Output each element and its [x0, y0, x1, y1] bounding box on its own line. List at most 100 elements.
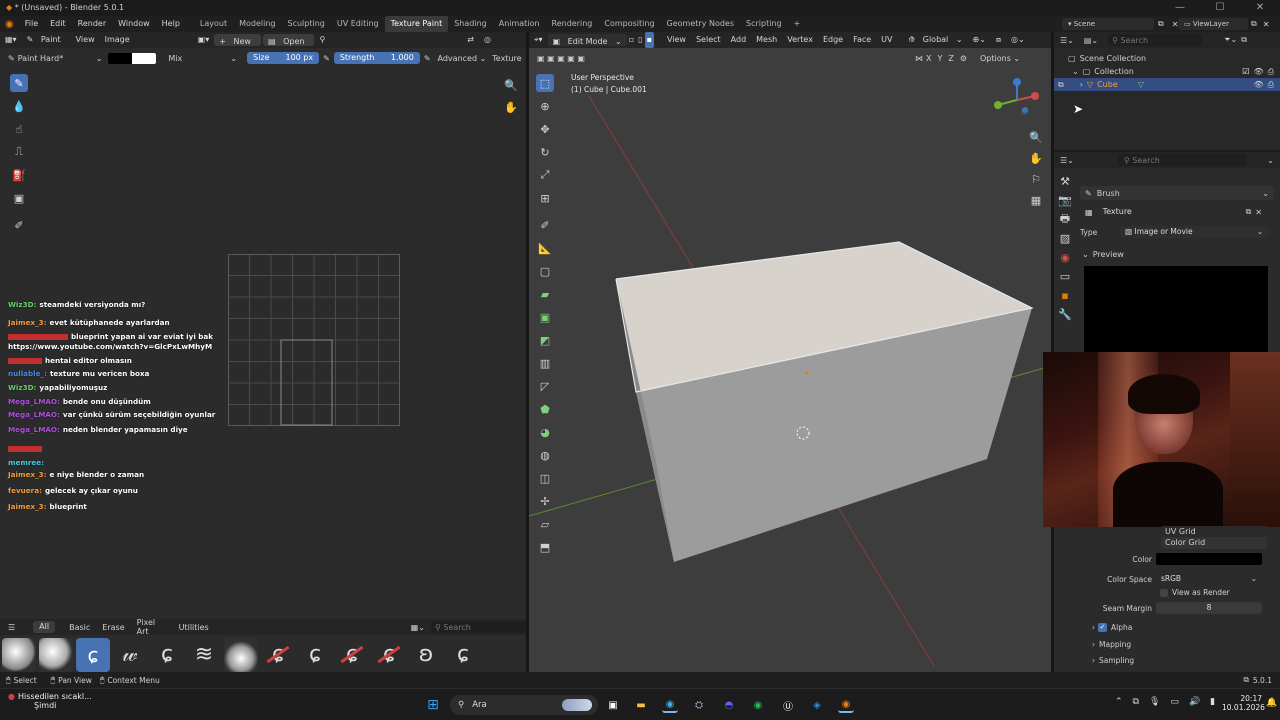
menu-render[interactable]: Render: [72, 16, 112, 32]
blend-mode-select[interactable]: Mix: [168, 54, 230, 63]
menu-window[interactable]: Window: [112, 16, 156, 32]
advanced-menu[interactable]: Advanced ⌄: [435, 54, 490, 63]
outliner[interactable]: [1054, 32, 1280, 150]
camera-view-icon[interactable]: ⚐: [1027, 170, 1045, 188]
properties-search-input[interactable]: ⚲ Search: [1117, 154, 1246, 166]
navigation-gizmo[interactable]: [990, 76, 1040, 122]
mirror-y[interactable]: Y: [934, 54, 945, 63]
fill-tool-icon[interactable]: ⛽: [10, 166, 28, 184]
unreal-engine-icon[interactable]: Ⓤ: [780, 697, 796, 713]
viewlayer-remove-icon[interactable]: ✕: [1260, 20, 1273, 29]
app-icon[interactable]: ◈: [809, 697, 825, 713]
view-layer-tab-icon[interactable]: ▨: [1056, 229, 1074, 247]
preview-panel-header[interactable]: ⌄ Preview: [1082, 248, 1272, 261]
shelf-tab-all[interactable]: All: [33, 621, 56, 633]
viewlayer-new-icon[interactable]: ⧉: [1248, 19, 1260, 29]
sampling-panel-header[interactable]: › Sampling: [1092, 656, 1134, 665]
pin-icon[interactable]: ⚲: [314, 32, 330, 48]
task-view-icon[interactable]: ▣: [605, 697, 621, 713]
image-menu[interactable]: Image: [100, 32, 135, 48]
smear-tool-icon[interactable]: ☝: [10, 120, 28, 138]
modifier-tab-icon[interactable]: 🔧: [1056, 305, 1074, 323]
viewlayer-field[interactable]: ▭ ViewLayer: [1178, 18, 1248, 30]
brush-thumb[interactable]: ɕ: [150, 638, 184, 672]
color-secondary-swatch[interactable]: [132, 52, 157, 64]
taskbar-search[interactable]: ⚲ Ara: [450, 695, 598, 715]
transform-orientation[interactable]: ⟰ Global ⌄: [904, 32, 968, 48]
brush-thumb[interactable]: [39, 638, 73, 672]
mode-selector[interactable]: ▣ Edit Mode ⌄: [547, 34, 627, 46]
strength-pressure-icon[interactable]: ✎: [420, 54, 435, 63]
select-box-mode-icons[interactable]: ▣ ▣ ▣ ▣ ▣: [529, 54, 593, 63]
brush-thumb-selected[interactable]: ɕ: [76, 638, 110, 672]
vp-menu-add[interactable]: Add: [726, 32, 752, 48]
soften-tool-icon[interactable]: 💧: [10, 97, 28, 115]
shelf-tab-pixel-art[interactable]: Pixel Art: [131, 618, 173, 636]
new-collection-icon[interactable]: ⧉: [1237, 35, 1251, 45]
discord-icon[interactable]: ◓: [721, 697, 737, 713]
scene-selector[interactable]: ▾ Scene ⧉ ✕: [1062, 18, 1182, 30]
texture-duplicate-icon[interactable]: ⧉: [1246, 207, 1252, 217]
option-uv-grid[interactable]: UV Grid: [1161, 526, 1267, 537]
proportional-edit-icon[interactable]: ◎⌄: [1006, 32, 1030, 48]
brush-thumb[interactable]: ɕ: [298, 638, 332, 672]
vp-menu-uv[interactable]: UV: [876, 32, 897, 48]
strength-field[interactable]: Strength 1.000: [333, 52, 420, 64]
volume-icon[interactable]: 🔊: [1184, 697, 1205, 707]
texture-type-select[interactable]: ▧ Image or Movie ⌄: [1120, 226, 1268, 238]
mask-tool-icon[interactable]: ▣: [10, 189, 28, 207]
world-tab-icon[interactable]: ▭: [1056, 267, 1074, 285]
perspective-toggle-icon[interactable]: ▦: [1027, 191, 1045, 209]
new-image-button[interactable]: + New: [214, 34, 261, 46]
expand-icon[interactable]: ⌄: [1072, 67, 1079, 76]
brush-thumb[interactable]: ɕ: [335, 638, 369, 672]
minimize-icon[interactable]: —: [1160, 0, 1200, 16]
brush-thumb[interactable]: [2, 638, 36, 672]
tab-geometry-nodes[interactable]: Geometry Nodes: [661, 16, 740, 32]
tab-rendering[interactable]: Rendering: [546, 16, 599, 32]
shelf-tab-utilities[interactable]: Utilities: [173, 623, 215, 632]
tray-app-icon[interactable]: ⧉: [1128, 697, 1144, 707]
tab-texture-paint[interactable]: Texture Paint: [384, 16, 449, 32]
expand-icon[interactable]: ›: [1080, 80, 1083, 89]
tab-layout[interactable]: Layout: [194, 16, 233, 32]
alpha-panel-header[interactable]: › ✓ Alpha: [1092, 623, 1132, 632]
exclude-checkbox[interactable]: ☑: [1242, 67, 1249, 76]
network-icon[interactable]: ▭: [1165, 697, 1184, 707]
view-as-render-checkbox[interactable]: [1160, 588, 1168, 597]
blender-menu-icon[interactable]: ◉: [0, 19, 19, 30]
pan-hand-icon[interactable]: ✋: [1027, 149, 1045, 167]
shelf-tab-erase[interactable]: Erase: [96, 623, 130, 632]
maximize-icon[interactable]: ☐: [1200, 0, 1240, 16]
viewlayer-selector[interactable]: ▭ ViewLayer ⧉ ✕: [1178, 18, 1272, 30]
tab-uv-editing[interactable]: UV Editing: [331, 16, 385, 32]
filter-icon[interactable]: ⏷⌄: [1224, 35, 1237, 45]
outliner-item-scene-collection[interactable]: ▢ Scene Collection: [1054, 52, 1280, 65]
outliner-type-icon[interactable]: ☰⌄: [1054, 36, 1080, 45]
object-restrict-icon[interactable]: ⧉: [1058, 80, 1064, 90]
mirror-options-icon[interactable]: ⋈: [915, 54, 923, 63]
image-browse-icon[interactable]: ▣▾: [193, 32, 215, 48]
zoom-icon[interactable]: 🔍: [1027, 128, 1045, 146]
notification-bell-icon[interactable]: 🔔: [1266, 698, 1277, 708]
texture-name-field[interactable]: Texture: [1097, 206, 1242, 218]
gizmo-toggle-icon[interactable]: ⇄: [462, 32, 479, 48]
windows-start-icon[interactable]: ⊞: [425, 697, 441, 713]
open-image-button[interactable]: ▤ Open: [262, 34, 315, 46]
shelf-view-icon[interactable]: ▦⌄: [411, 623, 425, 632]
tray-overflow-icon[interactable]: ⌃: [1110, 697, 1128, 707]
outliner-item-cube[interactable]: ⧉ › ▽ Cube ▽ 👁 ⎙: [1054, 78, 1280, 91]
blender-taskbar-icon[interactable]: ◉: [838, 697, 854, 713]
snap-icon[interactable]: ⧈: [991, 32, 1006, 48]
tab-compositing[interactable]: Compositing: [598, 16, 660, 32]
tab-animation[interactable]: Animation: [493, 16, 546, 32]
brush-panel-header[interactable]: ✎ Brush ⌄: [1080, 186, 1274, 200]
file-explorer-icon[interactable]: ▬: [633, 697, 649, 713]
pan-hand-icon[interactable]: ✋: [502, 98, 520, 116]
outliner-search-input[interactable]: ⚲ Search: [1108, 34, 1203, 46]
select-vertex-icon[interactable]: ▫: [627, 32, 636, 48]
mirror-x[interactable]: X: [923, 54, 934, 63]
view-menu[interactable]: View: [71, 32, 100, 48]
spotify-icon[interactable]: ◉: [750, 697, 766, 713]
vp-menu-vertex[interactable]: Vertex: [782, 32, 818, 48]
